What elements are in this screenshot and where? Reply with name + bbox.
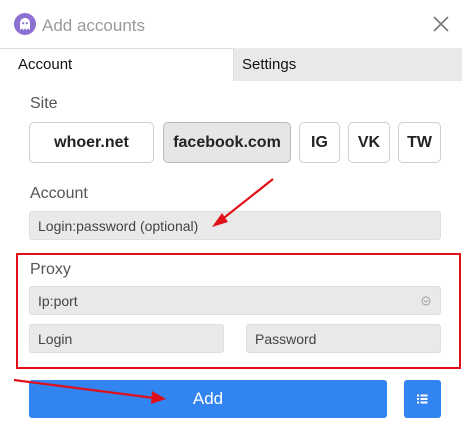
site-button-facebook[interactable]: facebook.com [163, 122, 291, 163]
window-title: Add accounts [42, 16, 146, 35]
account-label: Account [30, 185, 88, 202]
proxy-address-select[interactable]: Ip:port [29, 286, 441, 315]
account-login-password-input[interactable]: Login:password (optional) [29, 211, 441, 240]
site-label: Site [30, 95, 58, 112]
tab-settings[interactable]: Settings [242, 56, 296, 73]
site-button-ig[interactable]: IG [299, 122, 340, 163]
site-button-whoer[interactable]: whoer.net [29, 122, 154, 163]
list-icon [417, 394, 428, 404]
account-input-placeholder: Login:password (optional) [38, 217, 199, 234]
site-button-vk[interactable]: VK [348, 122, 390, 163]
proxy-address-placeholder: Ip:port [38, 292, 78, 309]
add-button[interactable]: Add [29, 380, 387, 418]
proxy-login-placeholder: Login [38, 330, 73, 347]
tab-account-label[interactable]: Account [18, 56, 72, 73]
menu-button[interactable] [404, 380, 441, 418]
site-button-tw[interactable]: TW [398, 122, 441, 163]
app-ghost-icon [14, 13, 36, 35]
proxy-login-input[interactable]: Login [29, 324, 224, 353]
proxy-password-placeholder: Password [255, 330, 317, 347]
close-icon[interactable] [431, 14, 451, 34]
proxy-label: Proxy [30, 261, 71, 278]
proxy-password-input[interactable]: Password [246, 324, 441, 353]
chevron-down-icon[interactable] [421, 296, 431, 306]
